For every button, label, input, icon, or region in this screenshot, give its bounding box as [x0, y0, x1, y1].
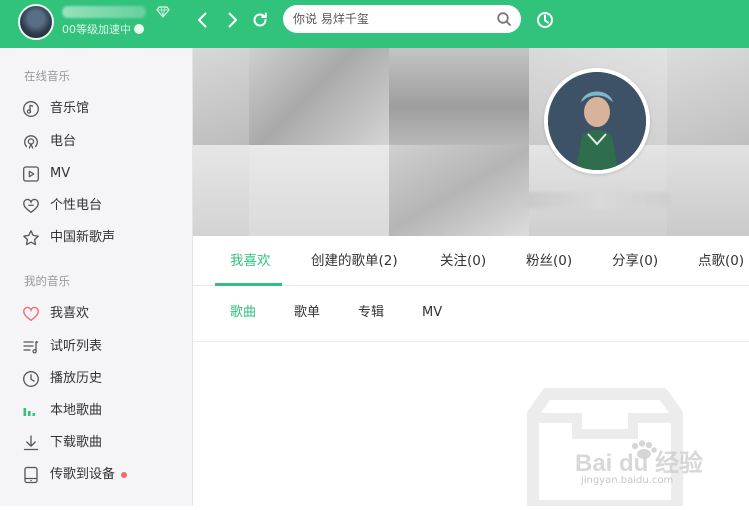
- tab-fans[interactable]: 粉丝(0): [526, 252, 572, 270]
- favorites-subtabs: 歌曲 歌单 专辑 MV: [193, 286, 749, 342]
- search-box[interactable]: 你说 易烊千玺: [283, 5, 521, 33]
- sidebar-item-radio[interactable]: 电台: [22, 130, 182, 154]
- local-bars-icon: [22, 402, 40, 420]
- banner-photo-tile: [389, 48, 529, 145]
- star-icon: [22, 229, 40, 247]
- profile-tabs: 我喜欢 创建的歌单(2) 关注(0) 粉丝(0) 分享(0) 点歌(0): [193, 236, 749, 286]
- sidebar-item-label: MV: [50, 166, 71, 181]
- music-hall-icon: [22, 100, 40, 118]
- sidebar-item-music-hall[interactable]: 音乐馆: [22, 97, 182, 121]
- back-icon[interactable]: [193, 10, 213, 30]
- mv-icon: [22, 165, 40, 183]
- search-icon[interactable]: [496, 11, 512, 27]
- sidebar-item-sing-china[interactable]: 中国新歌声: [22, 226, 182, 250]
- sidebar-item-transfer[interactable]: 传歌到设备: [22, 463, 182, 487]
- vip-level-text[interactable]: 00等级加速中: [62, 23, 144, 37]
- nickname-blurred: [526, 192, 671, 208]
- sidebar-item-label: 试听列表: [50, 339, 103, 354]
- tab-requests[interactable]: 点歌(0): [698, 252, 744, 270]
- tab-shares[interactable]: 分享(0): [612, 252, 658, 270]
- sidebar-item-personal-radio[interactable]: 个性电台: [22, 194, 182, 218]
- sidebar-item-history[interactable]: 播放历史: [22, 367, 182, 391]
- listen-recognize-icon[interactable]: [535, 10, 555, 30]
- level-badge-icon: [134, 24, 144, 34]
- playlist-icon: [22, 338, 40, 356]
- sidebar-item-label: 传歌到设备: [50, 467, 116, 482]
- refresh-icon[interactable]: [250, 10, 270, 30]
- watermark-text: Bai du 经验: [575, 450, 704, 477]
- forward-icon[interactable]: [222, 10, 242, 30]
- sidebar: 在线音乐 音乐馆 电台 MV 个性电台 中国新歌声 我的音乐 我喜欢 试听列表 …: [0, 48, 193, 506]
- section-title-online: 在线音乐: [24, 69, 70, 83]
- banner-photo-tile: [667, 48, 749, 145]
- top-bar: 00等级加速中 你说 易烊千玺: [0, 0, 749, 48]
- banner-photo-tile: [193, 48, 249, 145]
- profile-avatar[interactable]: [544, 68, 650, 174]
- device-icon: [22, 466, 40, 484]
- sidebar-item-label: 电台: [50, 134, 77, 149]
- sidebar-item-local[interactable]: 本地歌曲: [22, 399, 182, 423]
- sidebar-item-mv[interactable]: MV: [22, 162, 182, 186]
- tab-favorites[interactable]: 我喜欢: [230, 252, 271, 270]
- sidebar-item-label: 我喜欢: [50, 306, 90, 321]
- section-title-mine: 我的音乐: [24, 274, 70, 288]
- sidebar-item-label: 下载歌曲: [50, 435, 103, 450]
- diamond-icon[interactable]: [156, 6, 170, 18]
- watermark-url: jingyan.baidu.com: [581, 475, 674, 486]
- profile-avatar-image: [548, 72, 646, 170]
- user-avatar[interactable]: [18, 4, 54, 40]
- search-input[interactable]: 你说 易烊千玺: [293, 11, 369, 27]
- heart-radio-icon: [22, 197, 40, 215]
- radio-icon: [22, 133, 40, 151]
- sidebar-item-trial-list[interactable]: 试听列表: [22, 335, 182, 359]
- notification-dot: [121, 472, 128, 478]
- tab-following[interactable]: 关注(0): [440, 252, 486, 270]
- banner-photo-tile: [667, 145, 749, 236]
- subtab-playlists[interactable]: 歌单: [294, 304, 320, 322]
- sidebar-item-label: 本地歌曲: [50, 403, 103, 418]
- sidebar-item-label: 中国新歌声: [50, 230, 116, 245]
- banner-photo-tile: [193, 145, 249, 236]
- banner-photo-tile: [249, 145, 389, 236]
- sidebar-item-label: 音乐馆: [50, 101, 90, 116]
- banner-photo-tile: [249, 48, 389, 145]
- sidebar-item-label: 个性电台: [50, 198, 103, 213]
- sidebar-item-downloads[interactable]: 下载歌曲: [22, 431, 182, 455]
- clock-icon: [22, 370, 40, 388]
- banner-photo-tile: [389, 145, 529, 236]
- profile-banner: [193, 48, 749, 236]
- heart-icon: [22, 305, 40, 323]
- download-icon: [22, 434, 40, 452]
- sidebar-item-label: 播放历史: [50, 371, 103, 386]
- subtab-songs[interactable]: 歌曲: [230, 304, 256, 322]
- subtab-mv[interactable]: MV: [422, 304, 442, 322]
- tab-created-playlists[interactable]: 创建的歌单(2): [311, 252, 398, 270]
- sidebar-item-favorites[interactable]: 我喜欢: [22, 302, 182, 326]
- username-blurred[interactable]: [62, 6, 146, 18]
- subtab-albums[interactable]: 专辑: [358, 304, 384, 322]
